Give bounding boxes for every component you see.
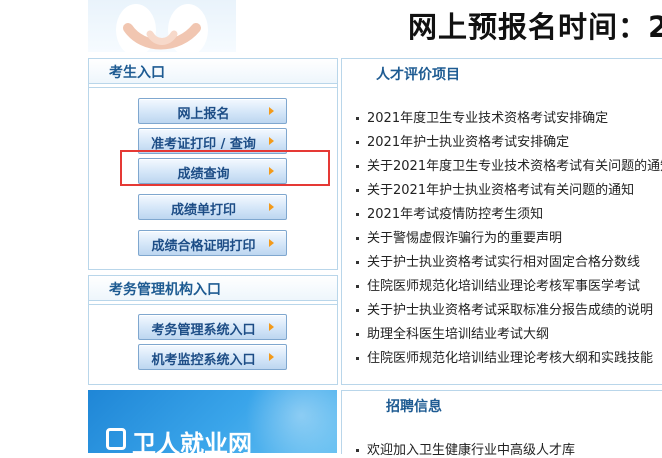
news-title: 住院医师规范化培训结业理论考核大纲和实践技能: [367, 351, 654, 366]
news-title: 关于护士执业资格考试实行相对固定合格分数线: [367, 255, 641, 270]
button-label: 考务管理系统入口: [151, 323, 256, 338]
news-item[interactable]: 2021年护士执业资格考试安排确定: [356, 131, 662, 150]
arrow-right-icon: [269, 137, 274, 145]
bullet-icon: [356, 165, 359, 168]
news-item[interactable]: 关于2021年护士执业资格考试有关问题的通知: [356, 179, 662, 198]
arrow-right-icon: [269, 239, 274, 247]
news-item[interactable]: 住院医师规范化培训结业理论考核大纲和实践技能: [356, 347, 662, 366]
news-item[interactable]: 关于护士执业资格考试实行相对固定合格分数线: [356, 251, 662, 270]
bullet-icon: [356, 189, 359, 192]
banner-title: 网上预报名时间：2: [408, 10, 662, 44]
score-report-print-button[interactable]: 成绩单打印: [138, 194, 287, 220]
news-item[interactable]: 2021年度卫生专业技术资格考试安排确定: [356, 107, 662, 126]
bullet-icon: [356, 357, 359, 360]
job-site-banner[interactable]: 卫人就业网: [88, 390, 337, 453]
bullet-icon: [356, 333, 359, 336]
news-title: 关于护士执业资格考试采取标准分报告成绩的说明: [367, 303, 654, 318]
news-title: 关于2021年护士执业资格考试有关问题的通知: [367, 183, 635, 198]
exam-admin-panel: 考务管理机构入口 考务管理系统入口 机考监控系统入口: [88, 275, 338, 385]
bullet-icon: [356, 117, 359, 120]
bullet-icon: [356, 449, 359, 452]
news-title: 关于2021年度卫生专业技术资格考试有关问题的通知: [367, 159, 662, 174]
news-title: 住院医师规范化培训结业理论考核军事医学考试: [367, 279, 641, 294]
qualification-certificate-print-button[interactable]: 成绩合格证明打印: [138, 230, 287, 256]
bullet-icon: [356, 213, 359, 216]
arrow-right-icon: [269, 203, 274, 211]
highlight-box: [120, 150, 330, 186]
section-title: 人才评价项目: [376, 67, 460, 83]
talent-evaluation-section: 人才评价项目 2021年度卫生专业技术资格考试安排确定 2021年护士执业资格考…: [341, 58, 662, 385]
panel-header: 考生入口: [89, 59, 337, 84]
exam-management-system-button[interactable]: 考务管理系统入口: [138, 314, 287, 340]
bullet-icon: [356, 285, 359, 288]
button-label: 网上报名: [177, 107, 230, 122]
news-item[interactable]: 关于警惕虚假诈骗行为的重要声明: [356, 227, 662, 246]
news-title: 2021年护士执业资格考试安排确定: [367, 135, 570, 150]
news-item[interactable]: 关于2021年度卫生专业技术资格考试有关问题的通知: [356, 155, 662, 174]
section-title: 招聘信息: [386, 399, 442, 415]
news-title: 助理全科医生培训结业考试大纲: [367, 327, 550, 342]
panel-title: 考生入口: [109, 65, 165, 81]
news-title: 关于警惕虚假诈骗行为的重要声明: [367, 231, 563, 246]
arrow-right-icon: [269, 353, 274, 361]
exam-monitoring-system-button[interactable]: 机考监控系统入口: [138, 344, 287, 370]
button-label: 成绩单打印: [170, 203, 236, 218]
news-item[interactable]: 住院医师规范化培训结业理论考核军事医学考试: [356, 275, 662, 294]
arrow-right-icon: [269, 323, 274, 331]
news-item[interactable]: 关于护士执业资格考试采取标准分报告成绩的说明: [356, 299, 662, 318]
panel-header: 考务管理机构入口: [89, 276, 337, 301]
news-item[interactable]: 欢迎加入卫生健康行业中高级人才库: [356, 439, 662, 458]
online-registration-button[interactable]: 网上报名: [138, 98, 287, 124]
bullet-icon: [356, 237, 359, 240]
news-item[interactable]: 2021年考试疫情防控考生须知: [356, 203, 662, 222]
arrow-right-icon: [269, 107, 274, 115]
banner-image: [88, 0, 236, 52]
bullet-icon: [356, 309, 359, 312]
bullet-icon: [356, 261, 359, 264]
news-item[interactable]: 助理全科医生培训结业考试大纲: [356, 323, 662, 342]
news-title: 2021年考试疫情防控考生须知: [367, 207, 544, 222]
job-site-logo-icon: [106, 428, 126, 450]
section-header: 招聘信息: [342, 391, 662, 418]
banner-text: 卫人就业网: [132, 430, 252, 453]
button-label: 机考监控系统入口: [151, 353, 256, 368]
panel-title: 考务管理机构入口: [109, 282, 221, 298]
section-header: 人才评价项目: [342, 59, 662, 86]
news-title: 2021年度卫生专业技术资格考试安排确定: [367, 111, 609, 126]
bullet-icon: [356, 141, 359, 144]
news-title: 欢迎加入卫生健康行业中高级人才库: [367, 443, 576, 458]
recruitment-section: 招聘信息 欢迎加入卫生健康行业中高级人才库: [341, 390, 662, 458]
button-label: 成绩合格证明打印: [151, 239, 256, 254]
